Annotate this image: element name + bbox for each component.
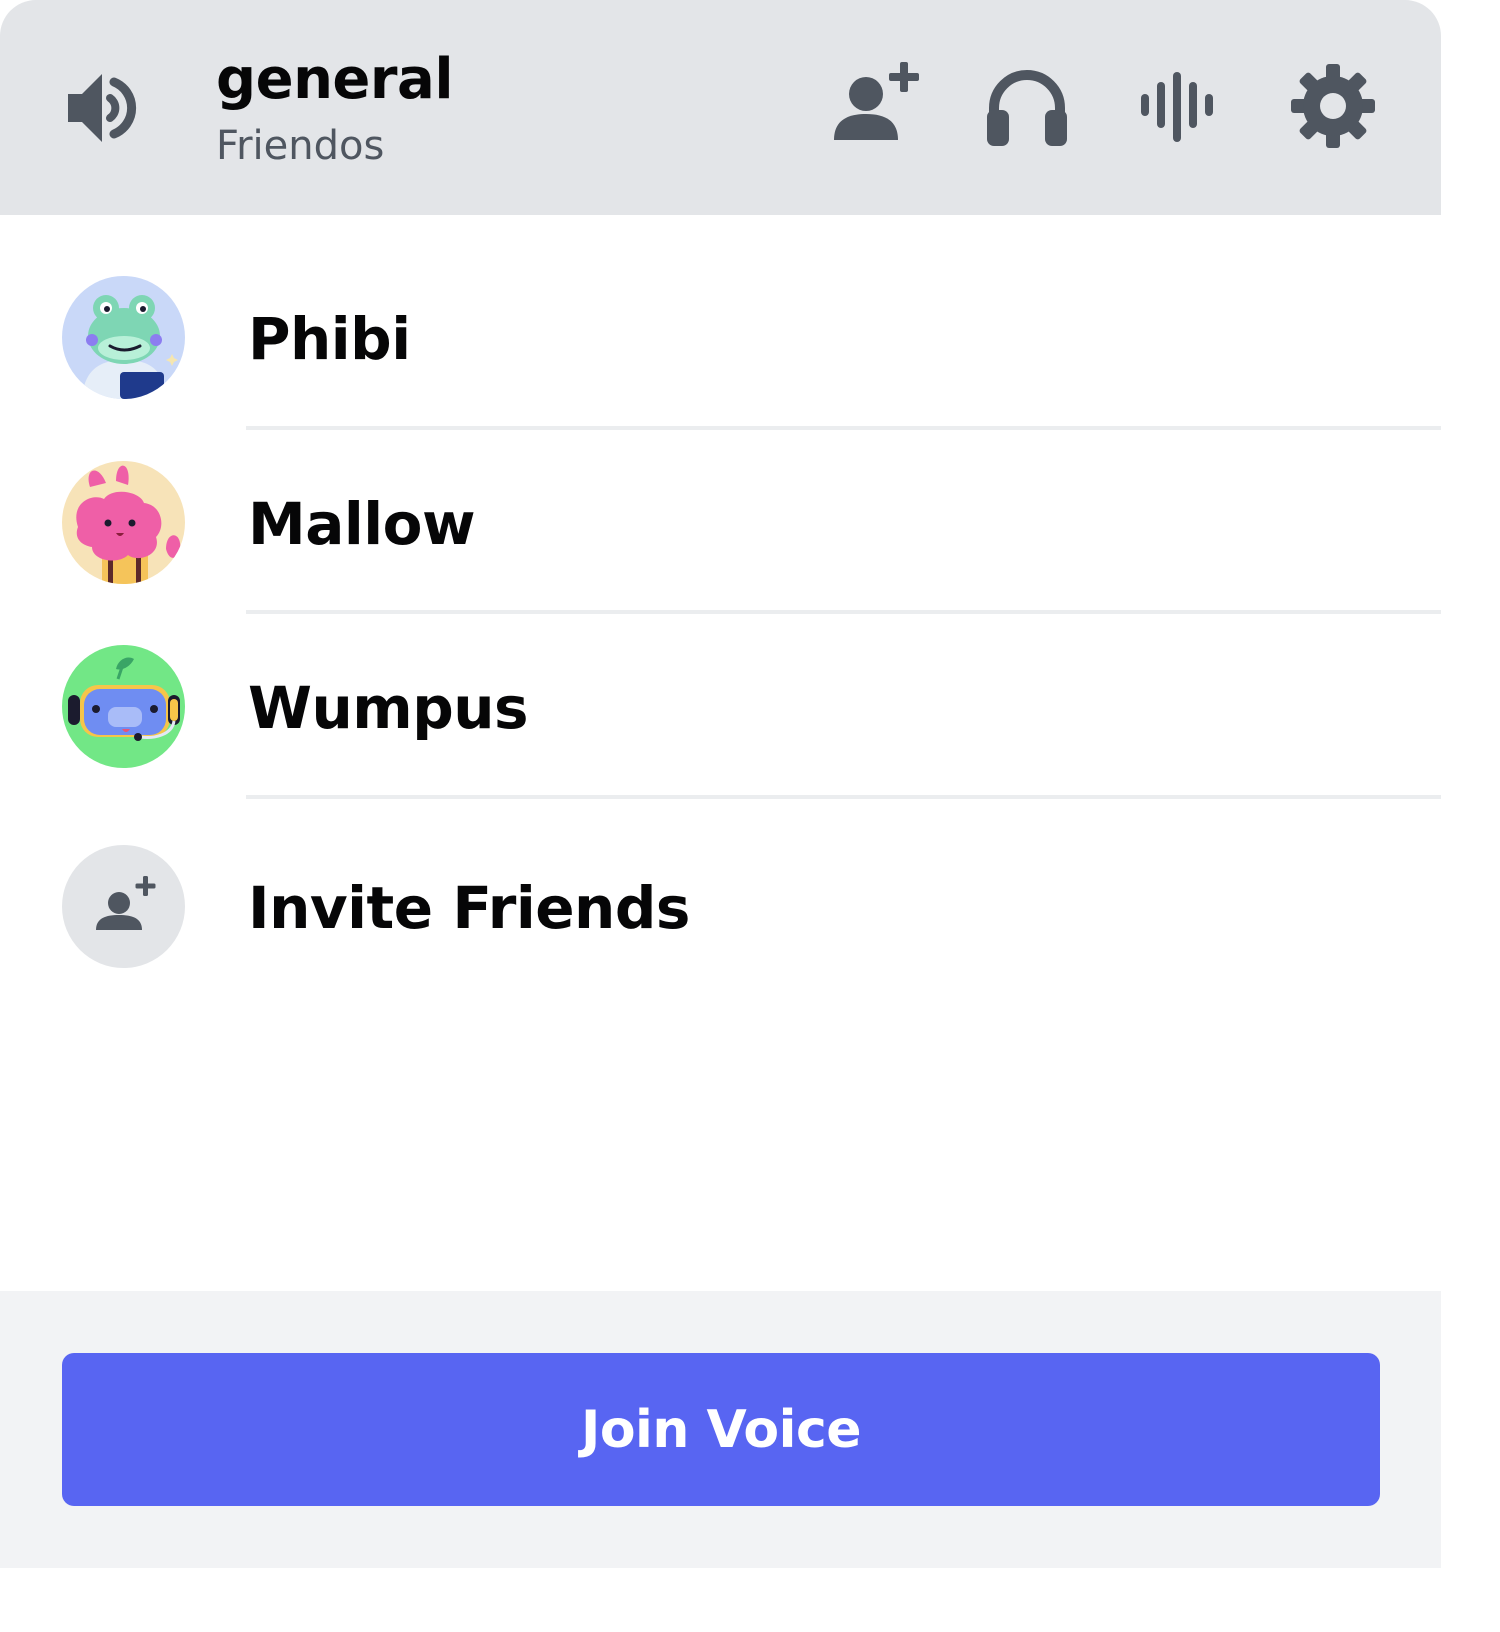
bunny-avatar: [62, 461, 185, 584]
channel-title: general: [216, 47, 454, 112]
invite-avatar: [62, 845, 185, 968]
member-name: Mallow: [248, 490, 476, 558]
join-voice-button[interactable]: Join Voice: [62, 1353, 1380, 1506]
member-name: Wumpus: [248, 674, 529, 742]
invite-friends-row[interactable]: Invite Friends: [0, 784, 1441, 968]
member-row[interactable]: Wumpus: [0, 584, 1441, 768]
gear-icon[interactable]: [1286, 58, 1380, 152]
voice-channel-panel: general Friendos Phibi Mallow Wumpus Inv…: [0, 0, 1441, 1568]
member-row[interactable]: Phibi: [0, 215, 1441, 399]
soundboard-icon[interactable]: [1134, 58, 1228, 152]
member-name: Phibi: [248, 305, 411, 373]
headphones-icon[interactable]: [980, 58, 1074, 152]
panel-footer: Join Voice: [0, 1291, 1441, 1568]
channel-header: general Friendos: [0, 0, 1441, 215]
server-name: Friendos: [216, 123, 385, 169]
wumpus-avatar: [62, 645, 185, 768]
member-row[interactable]: Mallow: [0, 400, 1441, 584]
add-friend-icon[interactable]: [828, 58, 922, 152]
frog-avatar: [62, 276, 185, 399]
speaker-icon: [64, 68, 148, 148]
invite-friends-label: Invite Friends: [248, 874, 690, 942]
